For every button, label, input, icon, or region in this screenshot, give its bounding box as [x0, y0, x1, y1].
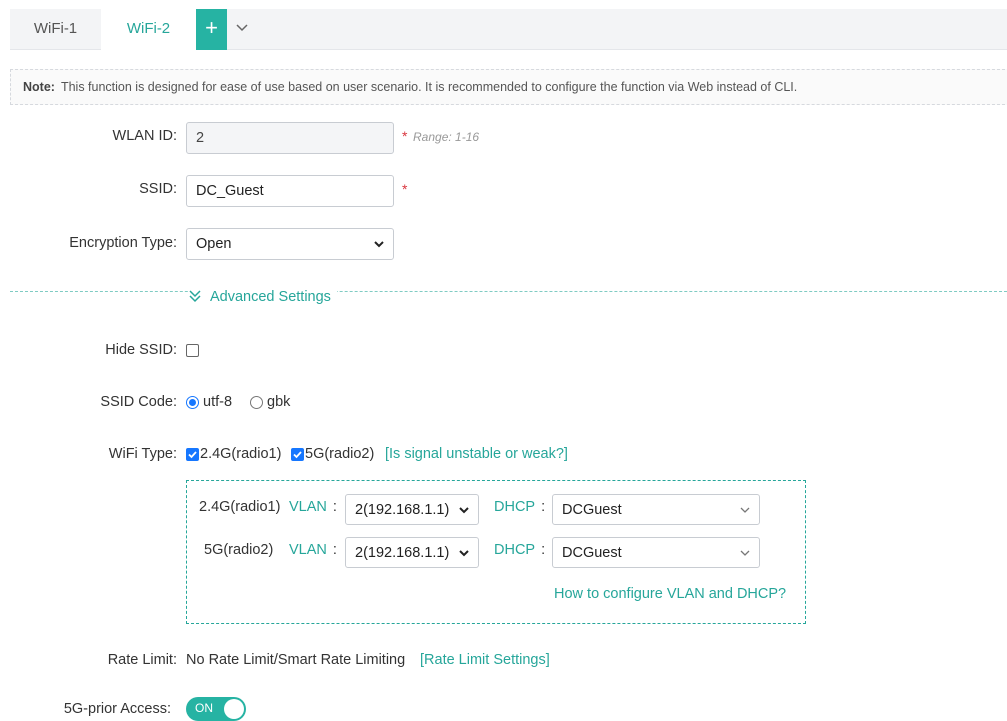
toggle-knob: [224, 699, 244, 719]
note-banner: Note: This function is designed for ease …: [10, 69, 1007, 105]
ssid-code-utf8-radio[interactable]: [186, 396, 199, 409]
chevron-down-icon: [459, 550, 469, 557]
check-icon: [293, 451, 302, 459]
wlan-id-label: WLAN ID:: [112, 128, 177, 144]
add-tab-button[interactable]: +: [196, 9, 227, 50]
ssid-code-utf8-label: utf-8: [203, 394, 233, 410]
vlan-dhcp-help-link[interactable]: How to configure VLAN and DHCP?: [554, 586, 786, 602]
radio1-vlan-select[interactable]: 2(192.168.1.1): [345, 494, 479, 525]
chevron-down-icon: [740, 550, 750, 556]
rate-limit-settings-link[interactable]: [Rate Limit Settings]: [420, 652, 550, 668]
wlan-id-input[interactable]: 2: [186, 122, 394, 154]
hide-ssid-checkbox[interactable]: [186, 344, 199, 357]
note-text: This function is designed for ease of us…: [60, 80, 798, 94]
vlan-dhcp-panel: 2.4G(radio1) VLAN: 2(192.168.1.1) DHCP: …: [186, 480, 806, 624]
radio1-vlan-label: VLAN:: [289, 499, 337, 515]
radio2-dhcp-label: DHCP:: [494, 542, 546, 558]
tab-dropdown-button[interactable]: [227, 9, 257, 50]
radio2-vlan-select[interactable]: 2(192.168.1.1): [345, 537, 479, 568]
toggle-state-label: ON: [195, 701, 213, 715]
rate-limit-label: Rate Limit:: [107, 652, 177, 668]
signal-help-link[interactable]: [Is signal unstable or weak?]: [385, 446, 568, 462]
chevron-down-icon: [740, 507, 750, 513]
radio2-name: 5G(radio2): [204, 542, 274, 558]
wifi-tab-bar: WiFi-1 WiFi-2 +: [10, 9, 1007, 51]
tab-wifi-1[interactable]: WiFi-1: [10, 9, 101, 50]
advanced-settings-label: Advanced Settings: [210, 289, 331, 305]
wifi-type-5g-label: 5G(radio2): [305, 446, 375, 462]
5g-prior-access-label: 5G-prior Access:: [63, 701, 171, 717]
wifi-type-label: WiFi Type:: [108, 446, 177, 462]
advanced-settings-toggle[interactable]: Advanced Settings: [188, 287, 337, 307]
radio1-dhcp-value: DCGuest: [562, 502, 622, 518]
advanced-divider: [10, 291, 1007, 292]
chevron-down-icon: [374, 241, 384, 248]
tab-wifi-2[interactable]: WiFi-2: [101, 9, 196, 51]
radio2-dhcp-select[interactable]: DCGuest: [552, 537, 760, 568]
radio2-vlan-value: 2(192.168.1.1): [355, 545, 450, 561]
wifi-type-24g-label: 2.4G(radio1): [200, 446, 282, 462]
ssid-code-label: SSID Code:: [100, 394, 177, 410]
required-mark: *: [402, 128, 408, 144]
wlan-id-range-hint: Range: 1-16: [413, 130, 480, 144]
radio1-dhcp-select[interactable]: DCGuest: [552, 494, 760, 525]
radio1-vlan-value: 2(192.168.1.1): [355, 502, 450, 518]
chevron-down-icon: [459, 507, 469, 514]
radio1-name: 2.4G(radio1): [199, 499, 281, 515]
note-prefix: Note:: [23, 80, 55, 94]
ssid-label: SSID:: [139, 181, 177, 197]
radio2-vlan-label: VLAN:: [289, 542, 337, 558]
rate-limit-value: No Rate Limit/Smart Rate Limiting: [186, 652, 406, 668]
chevron-down-icon: [236, 24, 248, 32]
ssid-input[interactable]: DC_Guest: [186, 175, 394, 207]
encryption-type-select[interactable]: Open: [186, 228, 394, 260]
radio2-dhcp-value: DCGuest: [562, 545, 622, 561]
required-mark: *: [402, 181, 408, 197]
ssid-code-gbk-label: gbk: [267, 394, 291, 410]
wifi-type-5g-checkbox[interactable]: [291, 448, 304, 461]
check-icon: [188, 451, 197, 459]
encryption-type-value: Open: [196, 236, 232, 252]
wifi-type-24g-checkbox[interactable]: [186, 448, 199, 461]
radio1-dhcp-label: DHCP:: [494, 499, 546, 515]
5g-prior-access-toggle[interactable]: ON: [186, 697, 246, 721]
double-chevron-down-icon: [189, 290, 201, 303]
ssid-code-gbk-radio[interactable]: [250, 396, 263, 409]
hide-ssid-label: Hide SSID:: [105, 342, 177, 358]
encryption-type-label: Encryption Type:: [69, 235, 177, 251]
